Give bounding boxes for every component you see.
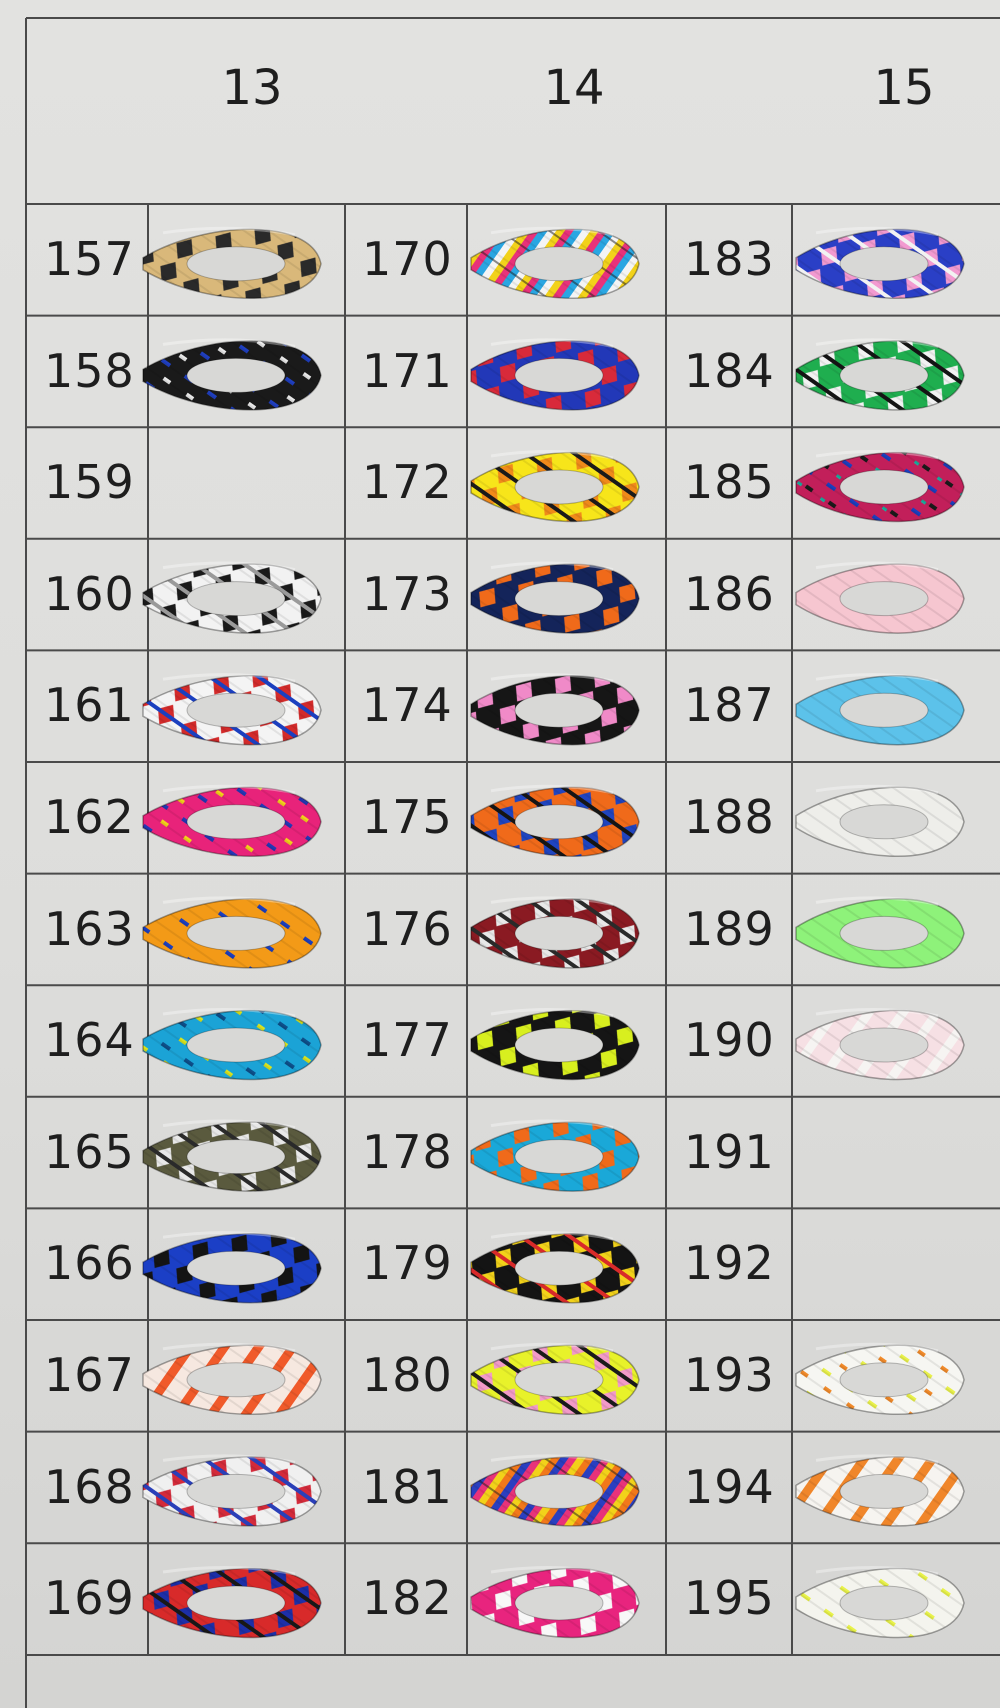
cord-sample-187: [795, 673, 965, 746]
cord-sample-182: [470, 1565, 640, 1639]
cord-sample-195: [795, 1565, 965, 1639]
item-number: 185: [684, 455, 775, 510]
item-number: 160: [44, 566, 135, 621]
column-header: 14: [543, 60, 605, 116]
cord-sample-185: [795, 449, 965, 523]
item-number: 176: [362, 901, 453, 956]
cord-sample-168: [142, 1454, 322, 1527]
item-number: 168: [44, 1459, 135, 1514]
cord-sample-194: [795, 1454, 965, 1527]
item-number: 183: [684, 232, 775, 286]
cord-sample-175: [470, 784, 640, 857]
item-number: 162: [44, 790, 135, 844]
item-number: 169: [44, 1571, 135, 1626]
item-number: 172: [362, 455, 453, 510]
cord-sample-162: [142, 784, 322, 858]
item-number: 174: [362, 678, 453, 733]
cord-sample-170: [470, 226, 640, 299]
cord-sample-171: [470, 338, 640, 411]
item-number: 164: [44, 1013, 135, 1068]
cord-sample-183: [795, 226, 965, 299]
cord-sample-188: [795, 784, 965, 857]
color-chart-board: 13 14 15 157 158 159 160 161 162 163 164 165 166 167…: [0, 0, 1000, 1708]
item-number: 167: [44, 1348, 135, 1402]
cord-sample-169: [142, 1565, 322, 1639]
item-number: 171: [362, 343, 453, 398]
item-number: 195: [684, 1571, 775, 1626]
cord-sample-174: [470, 673, 640, 746]
item-number: 182: [362, 1571, 453, 1626]
cord-sample-193: [795, 1342, 965, 1415]
item-number: 181: [362, 1459, 453, 1514]
item-number: 191: [684, 1124, 775, 1179]
item-number: 180: [362, 1348, 453, 1402]
chart-grid: [25, 17, 1000, 1708]
item-number: 165: [44, 1124, 135, 1179]
cord-sample-181: [470, 1454, 640, 1527]
item-number: 188: [684, 790, 775, 844]
item-number: 157: [44, 232, 135, 286]
cord-sample-165: [142, 1119, 322, 1192]
cord-sample-158: [142, 338, 322, 411]
cord-sample-163: [142, 896, 322, 969]
item-number: 175: [362, 790, 453, 844]
cord-sample-184: [795, 338, 965, 411]
item-number: 177: [362, 1013, 453, 1068]
cord-sample-178: [470, 1119, 640, 1192]
item-number: 178: [362, 1124, 453, 1179]
item-number: 159: [44, 455, 135, 510]
cord-sample-172: [470, 449, 640, 523]
cord-sample-190: [795, 1007, 965, 1081]
cord-sample-164: [142, 1007, 322, 1081]
item-number: 166: [44, 1236, 135, 1291]
column-header: 13: [221, 60, 283, 116]
cord-sample-166: [142, 1231, 322, 1304]
item-number: 193: [684, 1348, 775, 1402]
cord-sample-160: [142, 561, 322, 634]
item-number: 192: [684, 1236, 775, 1291]
item-number: 189: [684, 901, 775, 956]
cord-sample-189: [795, 896, 965, 969]
cord-sample-157: [142, 226, 322, 300]
item-number: 186: [684, 566, 775, 621]
cord-sample-167: [142, 1342, 322, 1416]
item-number: 173: [362, 566, 453, 621]
item-number: 184: [684, 343, 775, 398]
item-number: 170: [362, 232, 453, 286]
cord-sample-180: [470, 1342, 640, 1415]
item-number: 187: [684, 678, 775, 733]
cord-sample-176: [470, 896, 640, 969]
column-header: 15: [873, 60, 935, 116]
cord-sample-161: [142, 673, 322, 746]
item-number: 179: [362, 1236, 453, 1291]
cord-sample-179: [470, 1231, 640, 1304]
cord-sample-177: [470, 1007, 640, 1081]
item-number: 194: [684, 1459, 775, 1514]
item-number: 190: [684, 1013, 775, 1068]
item-number: 158: [44, 343, 135, 398]
cord-sample-173: [470, 561, 640, 634]
cord-sample-186: [795, 561, 965, 634]
item-number: 163: [44, 901, 135, 956]
item-number: 161: [44, 678, 135, 733]
